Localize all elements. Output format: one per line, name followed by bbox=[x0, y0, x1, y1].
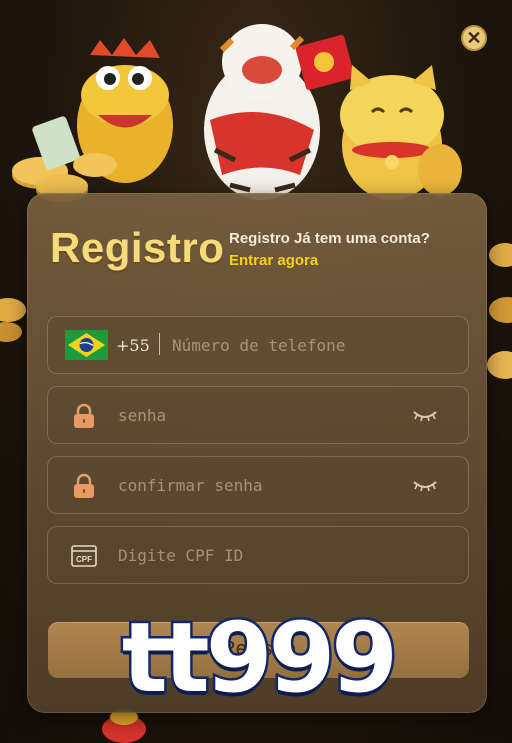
cpf-field[interactable]: CPF Digite CPF ID bbox=[47, 526, 469, 584]
password-input[interactable]: senha bbox=[118, 406, 166, 425]
phone-input[interactable]: Número de telefone bbox=[172, 336, 345, 355]
phone-field[interactable]: +55 Número de telefone bbox=[47, 316, 469, 374]
gold-coins-side-left bbox=[0, 298, 26, 342]
close-button[interactable]: ✕ bbox=[461, 25, 487, 51]
svg-text:CPF: CPF bbox=[76, 555, 92, 564]
page-title: Registro bbox=[50, 224, 225, 271]
confirm-password-input[interactable]: confirmar senha bbox=[118, 476, 263, 495]
tiger-mascot bbox=[204, 24, 355, 200]
brand-watermark: tt999 bbox=[119, 600, 400, 717]
mascots-illustration bbox=[12, 24, 462, 202]
eye-closed-icon[interactable] bbox=[412, 408, 438, 422]
cpf-card-icon: CPF bbox=[71, 545, 97, 567]
country-code[interactable]: +55 bbox=[116, 336, 150, 355]
eye-closed-icon[interactable] bbox=[412, 478, 438, 492]
close-icon: ✕ bbox=[466, 28, 482, 48]
confirm-password-field[interactable]: confirmar senha bbox=[47, 456, 469, 514]
login-link[interactable]: Entrar agora bbox=[229, 252, 318, 269]
cpf-input[interactable]: Digite CPF ID bbox=[118, 546, 243, 565]
dragon-mascot bbox=[73, 38, 173, 183]
brazil-flag-icon bbox=[65, 330, 108, 360]
lock-icon bbox=[74, 473, 94, 498]
account-prompt: Registro Já tem uma conta? bbox=[229, 230, 430, 247]
lock-icon bbox=[74, 403, 94, 428]
phone-separator bbox=[159, 333, 160, 355]
gold-coins-side-right bbox=[487, 243, 512, 379]
password-field[interactable]: senha bbox=[47, 386, 469, 444]
lucky-cat-mascot bbox=[340, 65, 462, 200]
